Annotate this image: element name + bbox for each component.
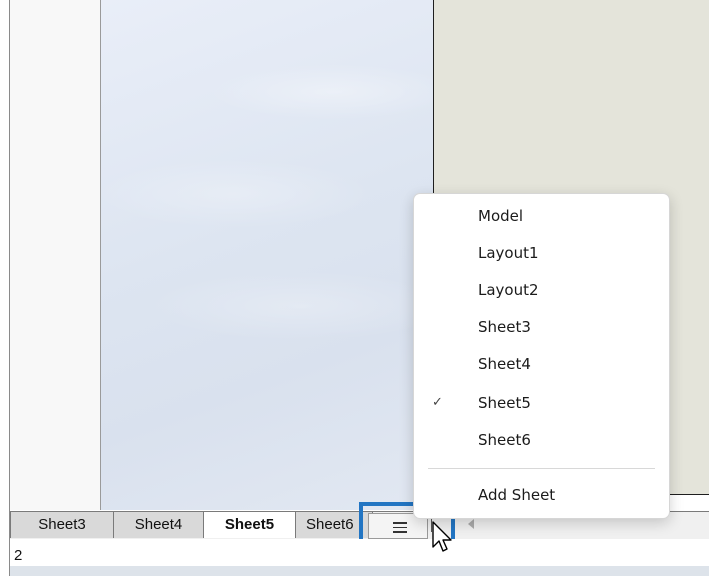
- menu-item-sheet6[interactable]: Sheet6: [414, 422, 669, 458]
- menu-item-layout1[interactable]: Layout1: [414, 235, 669, 271]
- menu-separator: [428, 468, 655, 469]
- menu-item-sheet5[interactable]: ✓ Sheet5: [414, 385, 669, 421]
- tab-sheet4[interactable]: Sheet4: [113, 512, 204, 538]
- add-sheet-label: Add Sheet: [478, 486, 556, 504]
- sheet-list-menu: Model Layout1 Layout2 Sheet3 Sheet4 ✓ Sh…: [413, 193, 670, 519]
- menu-item-label: Sheet6: [478, 431, 531, 449]
- menu-item-sheet3[interactable]: Sheet3: [414, 309, 669, 345]
- left-panel: [10, 0, 101, 510]
- menu-item-label: Sheet3: [478, 318, 531, 336]
- menu-item-model[interactable]: Model: [414, 198, 669, 234]
- menu-item-label: Layout1: [478, 244, 539, 262]
- status-bar-strip: [10, 566, 709, 576]
- menu-item-label: Layout2: [478, 281, 539, 299]
- menu-item-label: Sheet4: [478, 355, 531, 373]
- menu-item-label: Sheet5: [478, 394, 531, 412]
- status-value: 2: [14, 547, 23, 564]
- mouse-pointer-icon: [432, 521, 452, 552]
- drawing-canvas[interactable]: [101, 0, 434, 510]
- add-sheet-button[interactable]: Add Sheet: [414, 477, 669, 513]
- menu-item-layout2[interactable]: Layout2: [414, 272, 669, 308]
- tab-sheet5[interactable]: Sheet5: [203, 512, 296, 538]
- menu-item-label: Model: [478, 207, 524, 225]
- triangle-left-icon[interactable]: [468, 519, 474, 529]
- tab-sheet3[interactable]: Sheet3: [10, 512, 114, 538]
- checkmark-icon: ✓: [432, 395, 443, 410]
- menu-item-sheet4[interactable]: Sheet4: [414, 346, 669, 382]
